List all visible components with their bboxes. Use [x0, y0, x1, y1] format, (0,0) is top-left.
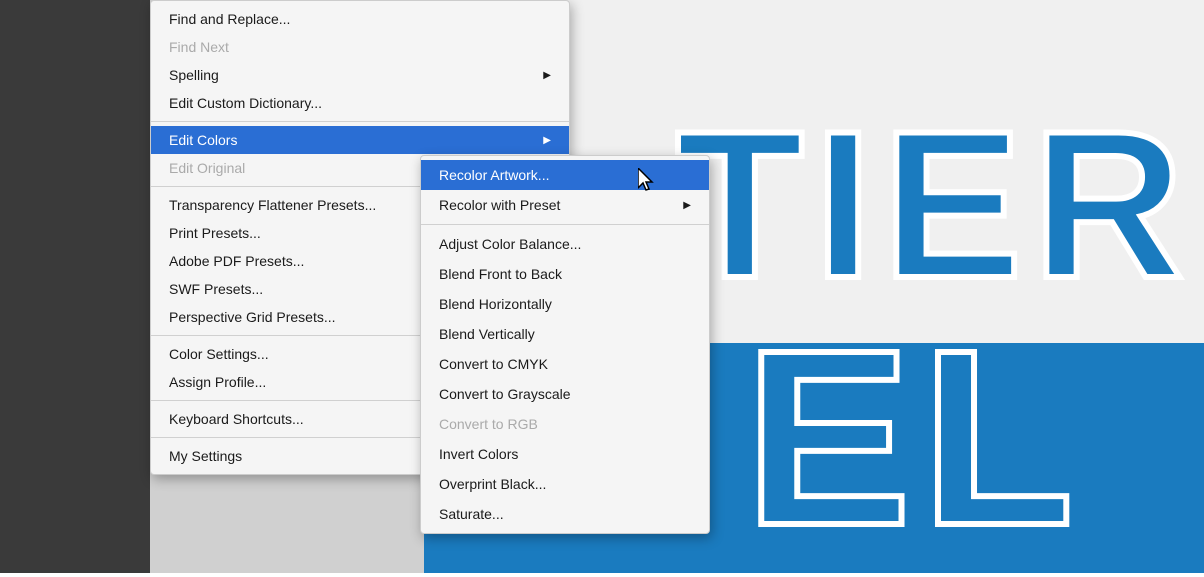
submenu-item-convert-to-cmyk[interactable]: Convert to CMYK	[421, 349, 709, 379]
menu-item-perspective-grid-presets-label: Perspective Grid Presets...	[169, 309, 336, 325]
menu-item-spelling-label: Spelling	[169, 67, 219, 83]
menu-item-edit-custom-dict[interactable]: Edit Custom Dictionary...	[151, 89, 569, 117]
submenu-item-invert-colors-label: Invert Colors	[439, 446, 518, 462]
submenu-item-saturate-label: Saturate...	[439, 506, 504, 522]
menu-item-find-next: Find Next	[151, 33, 569, 61]
submenu-item-overprint-black[interactable]: Overprint Black...	[421, 469, 709, 499]
separator-1	[151, 121, 569, 122]
submenu-item-adjust-color-balance[interactable]: Adjust Color Balance...	[421, 229, 709, 259]
spelling-arrow-icon: ▶	[543, 70, 551, 81]
submenu-item-overprint-black-label: Overprint Black...	[439, 476, 546, 492]
submenu-separator-1	[421, 224, 709, 225]
menu-item-edit-colors[interactable]: Edit Colors ▶	[151, 126, 569, 154]
menu-item-find-replace[interactable]: Find and Replace...	[151, 5, 569, 33]
submenu-item-recolor-with-preset[interactable]: Recolor with Preset ▶	[421, 190, 709, 220]
edit-colors-arrow-icon: ▶	[543, 135, 551, 146]
submenu-item-convert-to-rgb-label: Convert to RGB	[439, 416, 538, 432]
submenu-item-blend-vertically-label: Blend Vertically	[439, 326, 535, 342]
menu-item-my-settings-label: My Settings	[169, 448, 242, 464]
submenu-item-saturate[interactable]: Saturate...	[421, 499, 709, 529]
edit-colors-submenu: Recolor Artwork... Recolor with Preset ▶…	[420, 155, 710, 534]
submenu-item-convert-to-grayscale-label: Convert to Grayscale	[439, 386, 571, 402]
menu-item-edit-colors-label: Edit Colors	[169, 132, 237, 148]
recolor-with-preset-arrow-icon: ▶	[683, 200, 691, 211]
submenu-item-blend-front-to-back-label: Blend Front to Back	[439, 266, 562, 282]
menu-item-print-presets-label: Print Presets...	[169, 225, 261, 241]
submenu-item-blend-horizontally-label: Blend Horizontally	[439, 296, 552, 312]
submenu-item-recolor-artwork[interactable]: Recolor Artwork...	[421, 160, 709, 190]
submenu-item-recolor-with-preset-label: Recolor with Preset	[439, 197, 560, 213]
menu-item-find-replace-label: Find and Replace...	[169, 11, 290, 27]
submenu-item-adjust-color-balance-label: Adjust Color Balance...	[439, 236, 581, 252]
menu-item-adobe-pdf-presets-label: Adobe PDF Presets...	[169, 253, 304, 269]
menu-item-keyboard-shortcuts-label: Keyboard Shortcuts...	[169, 411, 304, 427]
canvas-text-el: EL	[745, 313, 1084, 563]
app-sidebar	[0, 0, 150, 573]
menu-item-edit-original-label: Edit Original	[169, 160, 245, 176]
submenu-item-invert-colors[interactable]: Invert Colors	[421, 439, 709, 469]
submenu-item-blend-vertically[interactable]: Blend Vertically	[421, 319, 709, 349]
menu-item-find-next-label: Find Next	[169, 39, 229, 55]
submenu-item-blend-horizontally[interactable]: Blend Horizontally	[421, 289, 709, 319]
menu-item-transparency-flattener-label: Transparency Flattener Presets...	[169, 197, 376, 213]
submenu-item-convert-to-rgb: Convert to RGB	[421, 409, 709, 439]
menu-item-color-settings-label: Color Settings...	[169, 346, 269, 362]
menu-item-assign-profile-label: Assign Profile...	[169, 374, 266, 390]
canvas-text-tier: TIER	[676, 100, 1194, 310]
menu-item-swf-presets-label: SWF Presets...	[169, 281, 263, 297]
submenu-item-blend-front-to-back[interactable]: Blend Front to Back	[421, 259, 709, 289]
submenu-item-convert-to-cmyk-label: Convert to CMYK	[439, 356, 548, 372]
menu-item-spelling[interactable]: Spelling ▶	[151, 61, 569, 89]
menu-item-edit-custom-dict-label: Edit Custom Dictionary...	[169, 95, 322, 111]
submenu-item-convert-to-grayscale[interactable]: Convert to Grayscale	[421, 379, 709, 409]
submenu-item-recolor-artwork-label: Recolor Artwork...	[439, 167, 549, 183]
